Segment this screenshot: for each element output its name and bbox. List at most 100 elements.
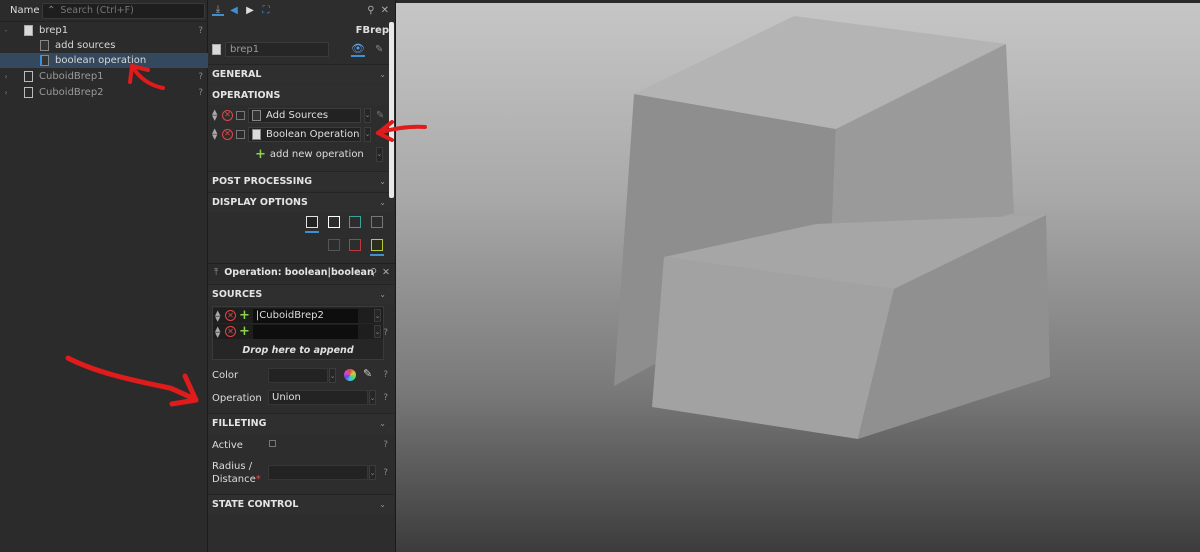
display-selected-underline: [305, 231, 319, 233]
close-icon[interactable]: ✕: [381, 5, 389, 16]
display-edges-grey-icon[interactable]: [328, 239, 340, 251]
display-wire-white-icon[interactable]: [328, 216, 340, 228]
section-title: STATE CONTROL: [212, 499, 299, 510]
section-state-control[interactable]: STATE CONTROL ⌄: [208, 494, 394, 514]
expand-all-icon[interactable]: ⛶: [260, 4, 272, 16]
remove-source-icon[interactable]: ✕: [225, 326, 236, 337]
object-name-field[interactable]: brep1: [225, 42, 329, 57]
reorder-handle-icon[interactable]: ▲ ▼: [212, 109, 219, 122]
add-source-icon[interactable]: +: [239, 309, 250, 322]
chevron-down-icon: ⌄: [379, 500, 386, 509]
reorder-handle-icon[interactable]: ▲ ▼: [215, 325, 222, 338]
source-dropdown[interactable]: ⌄: [374, 325, 381, 338]
source-field[interactable]: [252, 324, 358, 339]
display-wire-teal-icon[interactable]: [349, 216, 361, 228]
reorder-handle-icon[interactable]: ▲ ▼: [212, 128, 219, 141]
section-title: POST PROCESSING: [212, 176, 313, 187]
tree-item-boolean-operation[interactable]: boolean operation: [0, 53, 208, 68]
drop-zone[interactable]: Drop here to append: [213, 343, 383, 359]
tree-item-cuboidbrep2[interactable]: › CuboidBrep2 ?: [0, 85, 208, 100]
reorder-handle-icon[interactable]: ▲ ▼: [215, 309, 222, 322]
source-dropdown[interactable]: ⌄: [374, 309, 381, 322]
display-edges-yellow-icon[interactable]: [371, 239, 383, 251]
add-source-icon[interactable]: +: [239, 325, 250, 338]
display-edges-red-icon[interactable]: [349, 239, 361, 251]
help-icon[interactable]: ?: [383, 468, 388, 478]
operation-type-select[interactable]: Union: [268, 390, 368, 405]
active-label: Active: [212, 440, 243, 451]
color-field[interactable]: [268, 368, 328, 383]
help-icon[interactable]: ?: [383, 328, 388, 338]
operation-type-label: Operation: [212, 393, 262, 404]
expand-icon[interactable]: ›: [0, 88, 12, 97]
search-icon[interactable]: ⚲: [367, 5, 374, 16]
operation-enabled-checkbox[interactable]: [236, 110, 245, 120]
eyedropper-icon[interactable]: ✎: [363, 367, 372, 380]
help-icon[interactable]: ?: [198, 26, 203, 36]
help-icon[interactable]: ?: [383, 440, 388, 450]
delete-operation-icon[interactable]: ✕: [222, 109, 233, 121]
operation-icon: [40, 55, 49, 66]
source-field[interactable]: |CuboidBrep2: [252, 308, 358, 323]
operation-label: Add Sources: [266, 109, 329, 121]
tree-item-brep1[interactable]: - brep1 ?: [0, 23, 208, 38]
search-input[interactable]: ⌃ Search (Ctrl+F): [42, 2, 205, 19]
pin-icon[interactable]: ⤓: [212, 4, 224, 16]
help-icon[interactable]: ?: [383, 393, 388, 403]
active-checkbox[interactable]: [269, 440, 276, 447]
edit-pen-icon[interactable]: ✎: [375, 44, 383, 55]
delete-operation-icon[interactable]: ✕: [222, 128, 233, 140]
help-icon[interactable]: ?: [383, 370, 388, 380]
section-general[interactable]: GENERAL ⌄: [208, 64, 394, 84]
section-filleting[interactable]: FILLETING ⌄: [208, 413, 394, 433]
operation-dropdown[interactable]: ⌄: [364, 126, 371, 142]
brep-icon: [24, 25, 33, 36]
operation-dropdown[interactable]: ⌄: [364, 107, 371, 123]
tree-item-label: CuboidBrep2: [39, 87, 104, 98]
operation-button-boolean[interactable]: Boolean Operation: [248, 126, 361, 142]
chevron-down-icon: ⌄: [379, 177, 386, 186]
operation-button-add-sources[interactable]: Add Sources: [248, 107, 361, 123]
help-icon[interactable]: ?: [198, 88, 203, 98]
color-dropdown[interactable]: ⌄: [329, 368, 336, 383]
tree-item-cuboidbrep1[interactable]: › CuboidBrep1 ?: [0, 69, 208, 84]
collapse-icon[interactable]: -: [0, 26, 12, 35]
color-wheel-icon[interactable]: [344, 369, 356, 381]
forward-icon[interactable]: ▶: [244, 4, 256, 16]
tree-item-add-sources[interactable]: add sources: [0, 38, 208, 53]
chevron-down-icon: ⌄: [379, 290, 386, 299]
help-icon[interactable]: ?: [198, 72, 203, 82]
operation-type-dropdown[interactable]: ⌄: [369, 390, 376, 405]
add-operation-dropdown[interactable]: ⌄: [375, 146, 383, 162]
section-sources[interactable]: SOURCES ⌄: [208, 284, 394, 304]
display-shaded-icon[interactable]: [306, 216, 318, 228]
edit-pen-icon[interactable]: ✎: [376, 110, 384, 121]
name-column-header[interactable]: Name: [10, 5, 42, 16]
property-scrollbar[interactable]: [389, 22, 394, 198]
pin-icon[interactable]: ⤒: [214, 267, 218, 278]
property-panel: ⤓ ◀ ▶ ⛶ ⚲ ✕ FBrep brep1 👁 ✎ GENERAL ⌄ OP…: [208, 0, 396, 552]
object-type-label: FBrep: [355, 25, 389, 36]
radius-dropdown[interactable]: ⌄: [369, 465, 376, 480]
3d-viewport[interactable]: [396, 3, 1200, 552]
tree-item-label: add sources: [55, 40, 116, 51]
display-wire-grey-icon[interactable]: [371, 216, 383, 228]
remove-source-icon[interactable]: ✕: [225, 310, 236, 321]
color-label: Color: [212, 370, 239, 381]
section-display-options[interactable]: DISPLAY OPTIONS ⌄: [208, 192, 394, 212]
chevron-down-icon: ⌄: [379, 70, 386, 79]
section-operations[interactable]: OPERATIONS: [208, 85, 394, 105]
back-icon[interactable]: ◀: [228, 4, 240, 16]
expand-icon[interactable]: ›: [0, 72, 12, 81]
search-icon[interactable]: ⚲: [370, 267, 377, 278]
radius-label: Radius /: [212, 461, 253, 472]
source-row: ▲ ▼ ✕ + ⌄: [213, 324, 383, 339]
operation-enabled-checkbox[interactable]: [236, 129, 245, 139]
add-operation-button[interactable]: + add new operation ⌄: [255, 146, 383, 162]
section-post-processing[interactable]: POST PROCESSING ⌄: [208, 171, 394, 191]
close-icon[interactable]: ✕: [382, 267, 390, 278]
radius-field[interactable]: [268, 465, 368, 480]
operation-icon: [252, 128, 261, 140]
visibility-eye-icon[interactable]: 👁: [351, 42, 365, 57]
operation-label: Boolean Operation: [266, 128, 360, 140]
